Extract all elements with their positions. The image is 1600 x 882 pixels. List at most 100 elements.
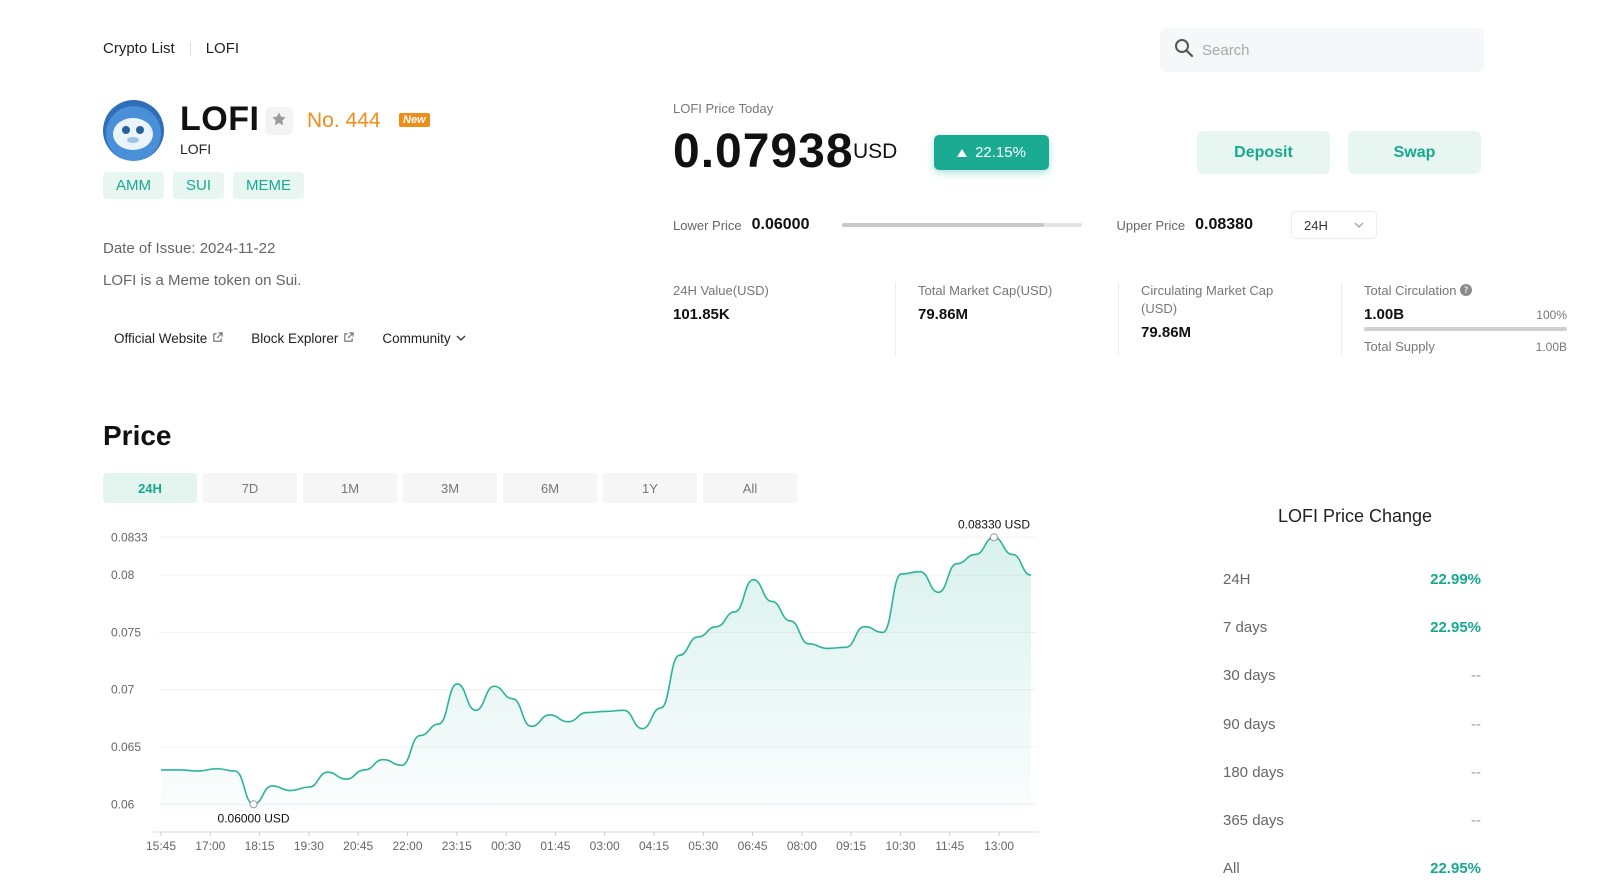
x-tick-label: 17:00 xyxy=(195,839,225,853)
upper-price-value: 0.08380 xyxy=(1195,216,1253,233)
price-change-percent: -- xyxy=(1471,715,1481,733)
price-change-value: 22.15% xyxy=(975,144,1026,161)
price-change-row: 90 days -- xyxy=(1223,700,1481,748)
coin-symbol: LOFI xyxy=(180,141,212,157)
official-website-label: Official Website xyxy=(114,331,208,346)
x-tick-label: 20:45 xyxy=(343,839,373,853)
price-range-fill xyxy=(842,223,1045,227)
x-tick-label: 10:30 xyxy=(885,839,915,853)
tab-all[interactable]: All xyxy=(703,473,797,503)
y-tick-label: 0.075 xyxy=(111,625,141,639)
favorite-button[interactable] xyxy=(265,107,293,135)
stat-24h-value: 24H Value(USD) 101.85K xyxy=(673,282,896,356)
tab-7d[interactable]: 7D xyxy=(203,473,297,503)
max-price-label: 0.08330 USD xyxy=(958,517,1030,531)
external-link-icon xyxy=(212,331,223,346)
price-change-list: 24H 22.99% 7 days 22.95% 30 days -- 90 days -- 1… xyxy=(1223,555,1481,882)
tag-sui[interactable]: SUI xyxy=(173,172,225,199)
breadcrumb-crypto-list[interactable]: Crypto List xyxy=(103,40,175,57)
stat-label: 24H Value(USD) xyxy=(673,283,769,298)
y-tick-label: 0.0833 xyxy=(111,530,148,544)
x-tick-label: 18:15 xyxy=(245,839,275,853)
swap-button[interactable]: Swap xyxy=(1348,131,1481,174)
block-explorer-label: Block Explorer xyxy=(251,331,339,346)
circulation-value: 1.00B xyxy=(1364,306,1405,323)
x-tick-label: 01:45 xyxy=(540,839,570,853)
price-unit: USD xyxy=(853,140,898,163)
x-tick-label: 09:15 xyxy=(836,839,866,853)
tab-24h[interactable]: 24H xyxy=(103,473,197,503)
stat-circulating-market-cap: Circulating Market Cap (USD) 79.86M xyxy=(1119,282,1342,356)
community-dropdown[interactable]: Community xyxy=(382,331,466,346)
x-tick-label: 13:00 xyxy=(984,839,1014,853)
price-change-period: 7 days xyxy=(1223,618,1268,636)
stat-value: 79.86M xyxy=(1141,324,1192,341)
coin-name: LOFI xyxy=(180,100,260,138)
chevron-down-icon xyxy=(456,331,466,346)
tag-amm[interactable]: AMM xyxy=(103,172,164,199)
x-tick-label: 22:00 xyxy=(392,839,422,853)
coin-description: LOFI is a Meme token on Sui. xyxy=(103,272,302,289)
circulation-label: Total Circulation xyxy=(1364,283,1457,298)
price-today-label: LOFI Price Today xyxy=(673,101,774,116)
help-icon[interactable]: ? xyxy=(1460,283,1473,298)
min-point-marker xyxy=(249,800,258,809)
price-change-period: All xyxy=(1223,860,1240,878)
price-change-percent: 22.99% xyxy=(1430,570,1481,588)
price-change-badge: 22.15% xyxy=(934,135,1049,170)
coin-tags: AMM SUI MEME xyxy=(103,172,305,199)
tab-6m[interactable]: 6M xyxy=(503,473,597,503)
upper-price-label: Upper Price xyxy=(1116,217,1186,233)
price-change-percent: -- xyxy=(1471,763,1481,781)
x-tick-label: 23:15 xyxy=(442,839,472,853)
y-tick-label: 0.08 xyxy=(111,568,135,582)
new-badge: New xyxy=(399,113,430,127)
max-point-marker xyxy=(989,533,998,542)
price-change-percent: -- xyxy=(1471,812,1481,830)
x-tick-label: 11:45 xyxy=(935,839,964,853)
search-icon xyxy=(1174,38,1194,63)
x-tick-label: 03:00 xyxy=(590,839,620,853)
star-icon xyxy=(271,111,287,132)
issue-date: Date of Issue: 2024-11-22 xyxy=(103,240,276,257)
x-tick-label: 00:30 xyxy=(491,839,521,853)
period-value: 24H xyxy=(1304,217,1328,233)
search-box[interactable] xyxy=(1160,28,1484,72)
deposit-button[interactable]: Deposit xyxy=(1197,131,1330,174)
tab-1y[interactable]: 1Y xyxy=(603,473,697,503)
tag-meme[interactable]: MEME xyxy=(233,172,305,199)
stat-label: Total Market Cap(USD) xyxy=(918,283,1053,298)
price-change-percent: 22.95% xyxy=(1430,860,1481,878)
x-tick-label: 19:30 xyxy=(294,839,324,853)
price-change-period: 30 days xyxy=(1223,667,1276,685)
stat-label: Total Circulation ? xyxy=(1364,282,1567,300)
min-price-label: 0.06000 USD xyxy=(218,811,290,825)
stat-label-unit: (USD) xyxy=(1141,301,1178,316)
price-change-row: All 22.95% xyxy=(1223,845,1481,882)
x-tick-label: 05:30 xyxy=(688,839,718,853)
svg-text:?: ? xyxy=(1464,286,1469,296)
breadcrumb-separator xyxy=(189,41,191,56)
price-range: Lower Price 0.06000 Upper Price 0.08380 xyxy=(673,216,1253,234)
price-change-period: 365 days xyxy=(1223,812,1284,830)
price-change-title: LOFI Price Change xyxy=(1277,506,1433,526)
stat-market-cap: Total Market Cap(USD) 79.86M xyxy=(896,282,1119,356)
circulation-percent: 100% xyxy=(1536,308,1567,322)
external-link-icon xyxy=(343,331,354,346)
arrow-up-icon xyxy=(957,144,968,161)
coin-avatar xyxy=(103,100,164,161)
tab-3m[interactable]: 3M xyxy=(403,473,497,503)
price-change-row: 24H 22.99% xyxy=(1223,555,1481,603)
price-change-percent: 22.95% xyxy=(1430,618,1481,636)
x-tick-label: 04:15 xyxy=(639,839,669,853)
period-select[interactable]: 24H xyxy=(1291,211,1377,239)
official-website-link[interactable]: Official Website xyxy=(114,331,223,346)
search-input[interactable] xyxy=(1202,41,1462,59)
price-change-period: 180 days xyxy=(1223,763,1284,781)
tab-1m[interactable]: 1M xyxy=(303,473,397,503)
price-chart[interactable]: 0.0833 0.08 0.075 0.07 0.065 0.06 15:45 17:00 18… xyxy=(103,515,1043,882)
lower-price-label: Lower Price xyxy=(673,217,742,233)
supply-label: Total Supply xyxy=(1364,339,1435,354)
block-explorer-link[interactable]: Block Explorer xyxy=(251,331,354,346)
price-change-period: 24H xyxy=(1223,570,1251,588)
